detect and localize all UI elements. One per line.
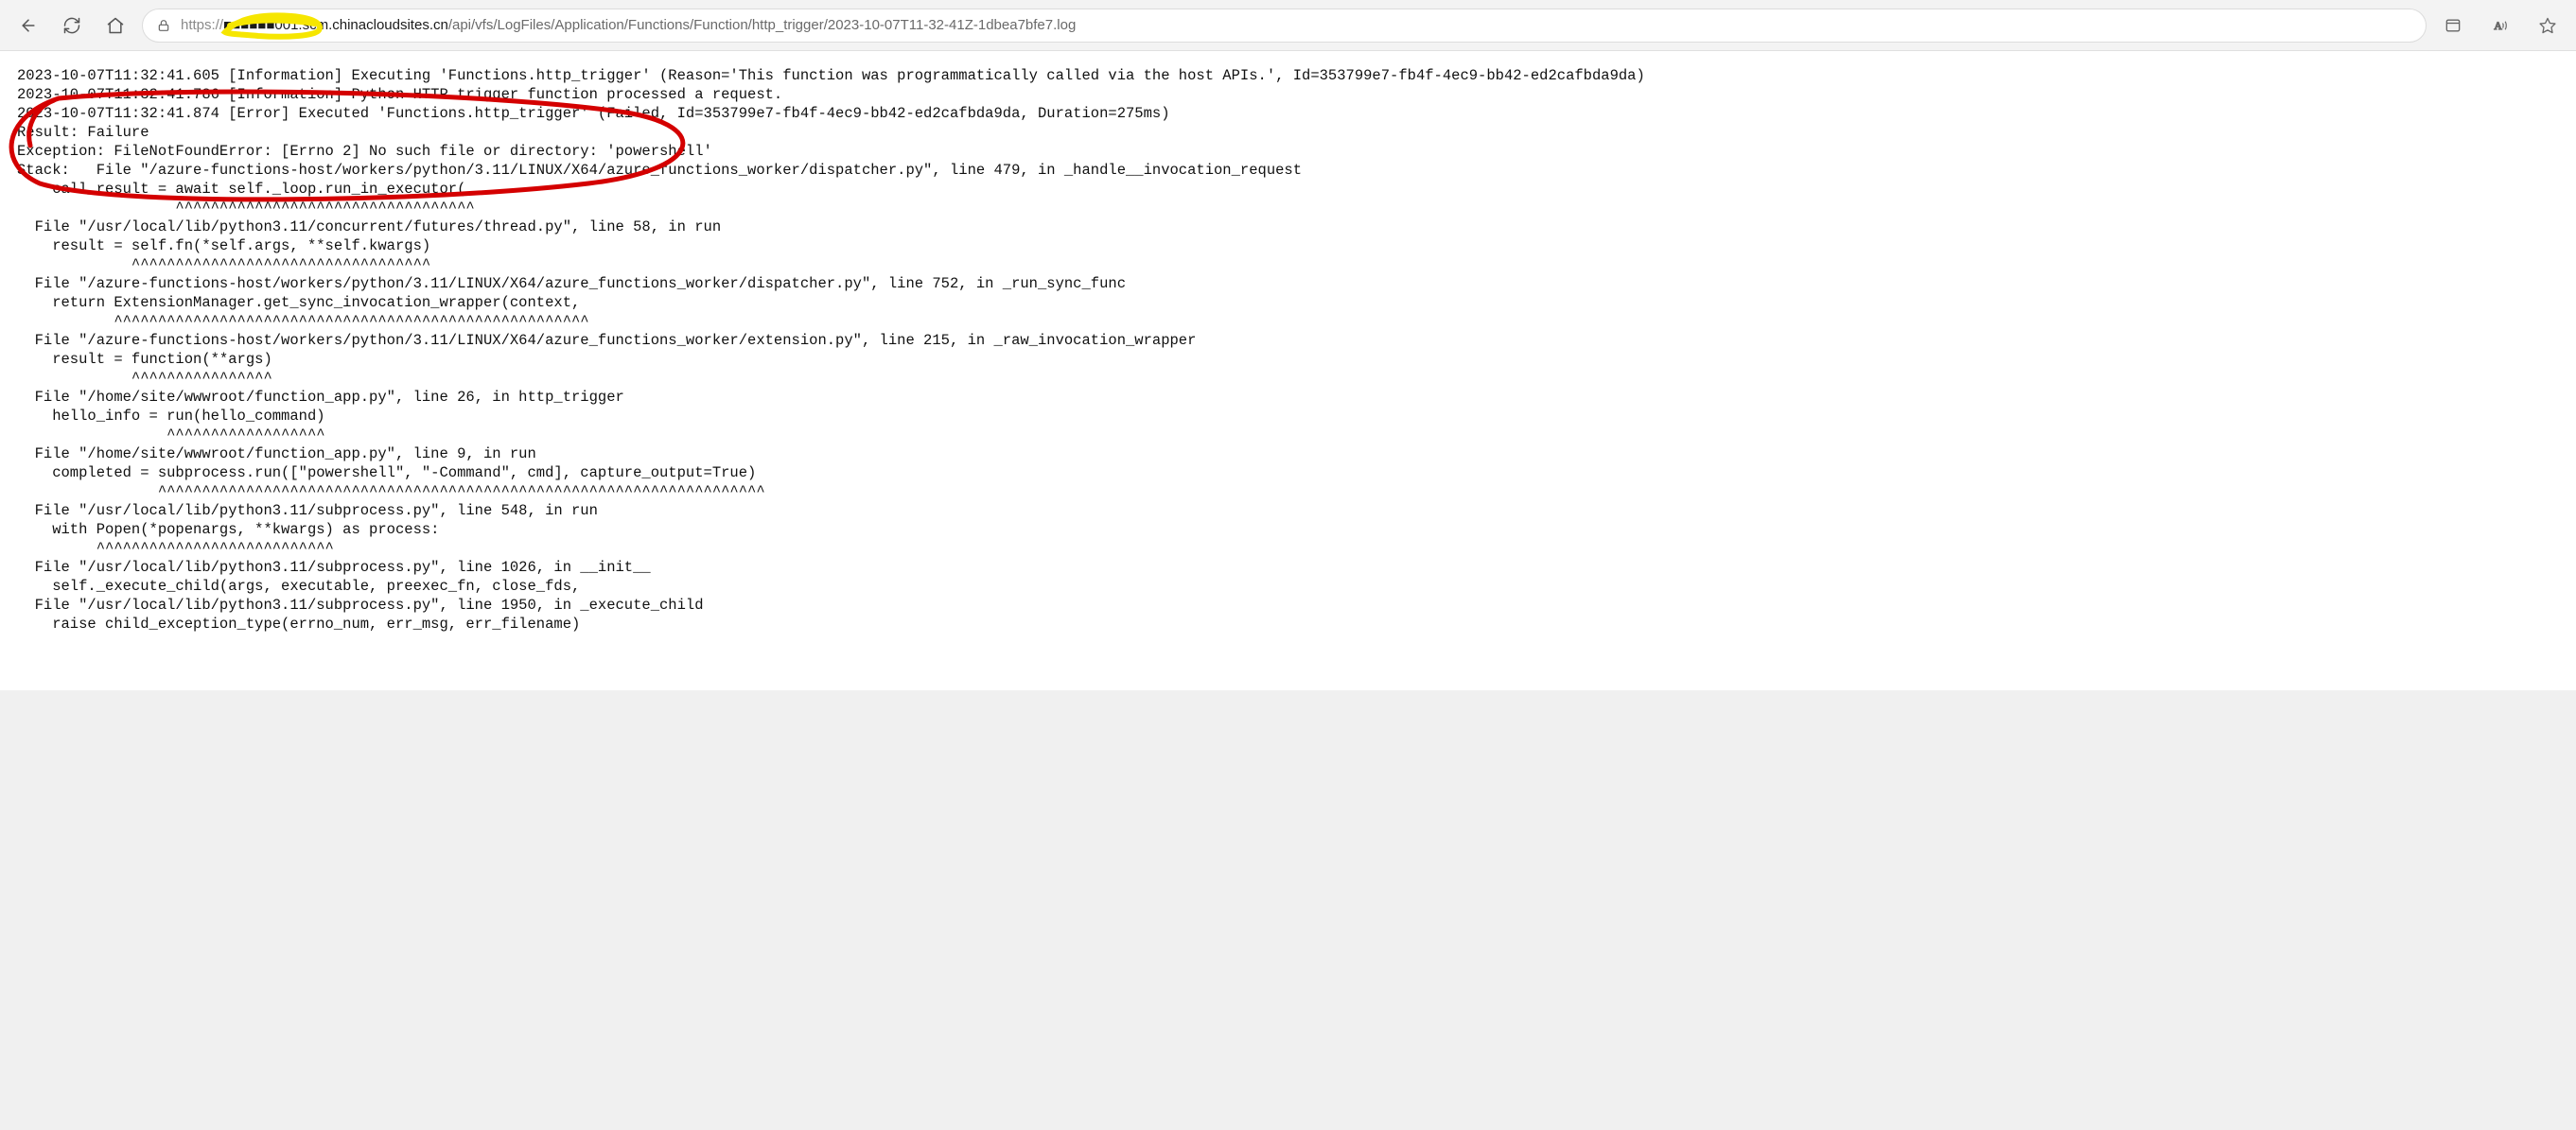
url-redacted: ■■■■■■001.s	[223, 17, 309, 33]
toolbar-right: A	[2436, 9, 2565, 43]
app-mode-button[interactable]	[2436, 9, 2470, 43]
url-text: https://■■■■■■001.scm.chinacloudsites.cn…	[181, 17, 1076, 33]
home-icon	[106, 16, 125, 35]
refresh-icon	[62, 16, 81, 35]
browser-toolbar: https://■■■■■■001.scm.chinacloudsites.cn…	[0, 0, 2576, 51]
url-path: /api/vfs/LogFiles/Application/Functions/…	[448, 17, 1076, 33]
home-button[interactable]	[98, 9, 132, 43]
back-button[interactable]	[11, 9, 45, 43]
url-scheme: https://	[181, 17, 223, 33]
back-icon	[19, 16, 38, 35]
log-output: 2023-10-07T11:32:41.605 [Information] Ex…	[17, 66, 2572, 634]
url-host: cm.chinacloudsites.cn	[309, 17, 448, 33]
svg-text:A: A	[2494, 20, 2502, 32]
star-icon	[2538, 16, 2557, 35]
read-aloud-button[interactable]: A	[2483, 9, 2517, 43]
page-content: 2023-10-07T11:32:41.605 [Information] Ex…	[0, 51, 2576, 690]
favorite-button[interactable]	[2531, 9, 2565, 43]
lock-icon	[156, 18, 171, 33]
app-icon	[2444, 16, 2462, 35]
read-aloud-icon: A	[2491, 16, 2510, 35]
address-bar[interactable]: https://■■■■■■001.scm.chinacloudsites.cn…	[142, 9, 2427, 43]
refresh-button[interactable]	[55, 9, 89, 43]
